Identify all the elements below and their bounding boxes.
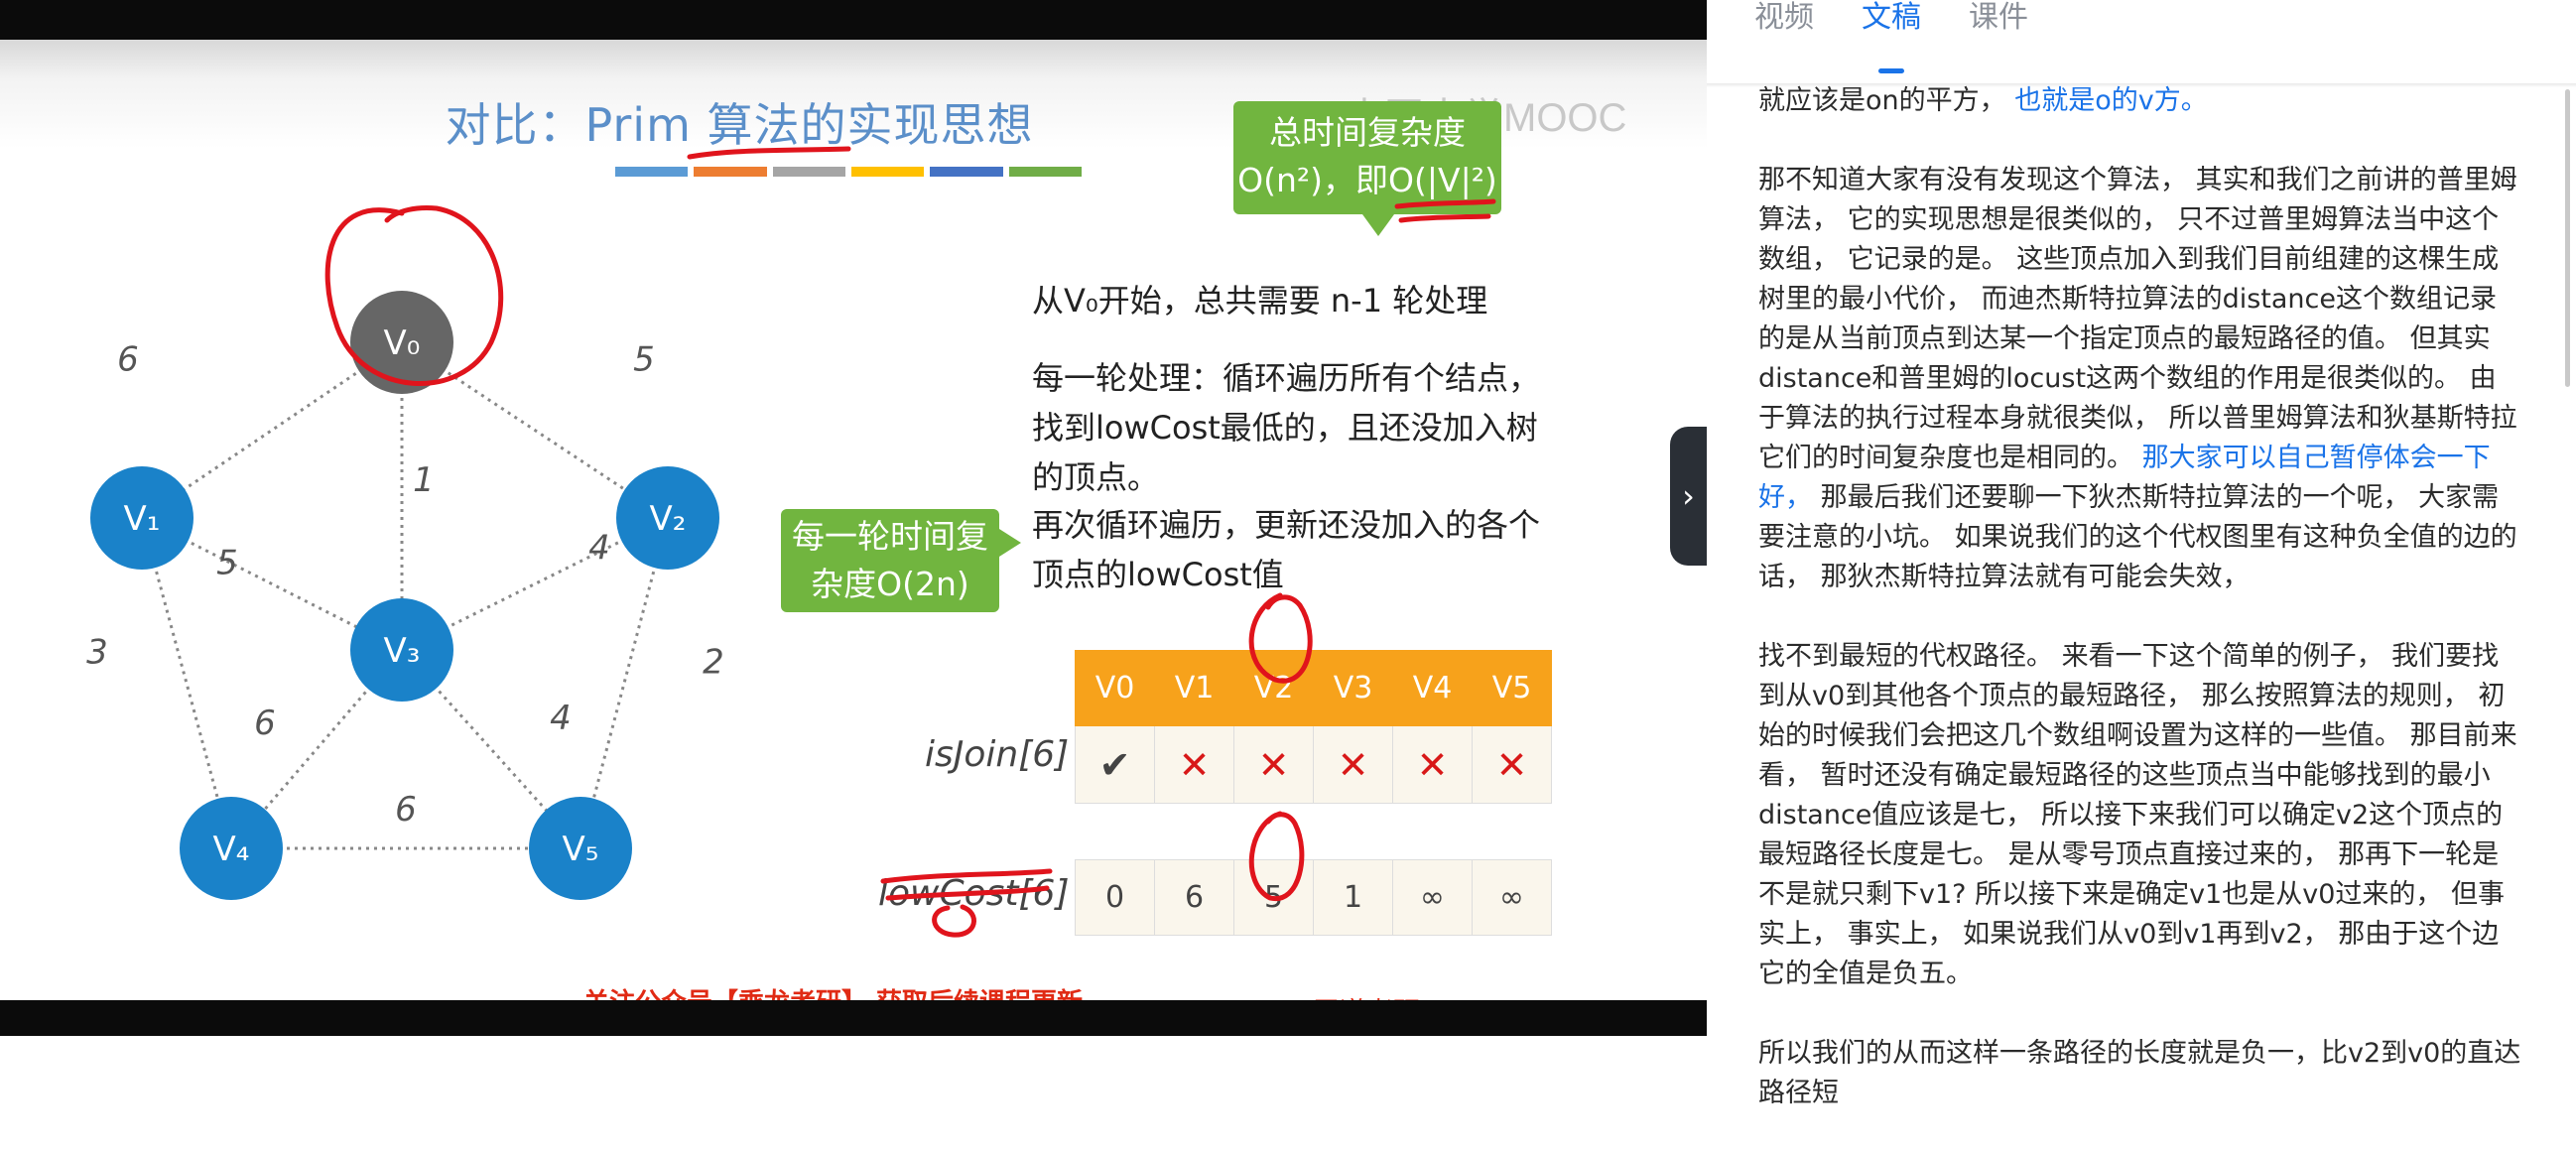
stripe <box>930 167 1003 177</box>
lowcost-cell: 1 <box>1313 859 1393 936</box>
table-header-cell: V5 <box>1472 650 1552 726</box>
lowcost-cell: ∞ <box>1392 859 1473 936</box>
callout-line: 总时间复杂度 <box>1269 113 1466 152</box>
table-header-cell: V4 <box>1392 650 1473 726</box>
table-header-cell: V2 <box>1233 650 1314 726</box>
stripe <box>772 167 845 177</box>
graph-node-label: V₁ <box>124 499 161 539</box>
stripe <box>1008 167 1082 177</box>
isjoin-cell: ✕ <box>1313 725 1393 804</box>
transcript-panel: 视频 文稿 课件 就应该是on的平方， 也就是o的v方。 那不知道大家有没有发现… <box>1707 0 2576 1108</box>
edge-weight-label: 6 <box>254 704 276 743</box>
callout-line: 杂度O(2n) <box>811 565 969 603</box>
round-text: 每一轮处理：循环遍历所有个结点，找到lowCost最低的，且还没加入树的顶点。 <box>1032 359 1541 496</box>
edge-weight-label: 3 <box>86 633 108 673</box>
edge-weight-label: 5 <box>216 544 238 583</box>
lowcost-cell: 6 <box>1154 859 1234 936</box>
callout-line: 每一轮时间复 <box>792 517 988 556</box>
scrollbar[interactable] <box>2565 89 2570 387</box>
total-complexity-callout: 总时间复杂度 O(n²)，即O(|V|²) <box>1233 101 1501 236</box>
stripe <box>850 167 925 177</box>
isjoin-cell: ✕ <box>1154 725 1234 804</box>
callout-line: O(n²)，即O(|V|²) <box>1237 161 1497 199</box>
lowcost-table: 0 6 5 1 ∞ ∞ <box>1075 859 1552 936</box>
tab-courseware[interactable]: 课件 <box>1969 0 2028 60</box>
start-text: 从V₀开始，总共需要 n-1 轮处理 <box>1032 282 1488 320</box>
isjoin-table: V0 V1 V2 V3 V4 V5 ✔ ✕ ✕ ✕ ✕ ✕ <box>1075 650 1552 804</box>
graph-node-label: V₀ <box>384 323 421 363</box>
video-player[interactable]: 对比：Prim 算法的实现思想 中国大学MOOC 6515432646V₀V₁V… <box>0 0 1707 1036</box>
tab-transcript[interactable]: 文稿 <box>1862 0 1921 60</box>
isjoin-cell: ✕ <box>1392 725 1473 804</box>
isjoin-cell: ✕ <box>1472 725 1552 804</box>
lowcost-cell: ∞ <box>1472 859 1552 936</box>
prim-graph: 6 5 1 5 4 3 2 6 4 6 V₀ V₁ V₂ V₃ V₄ V₅ <box>86 291 724 900</box>
stripe <box>694 167 767 177</box>
tab-video[interactable]: 视频 <box>1754 0 1814 60</box>
stripe <box>615 167 689 177</box>
edge-weight-label: 6 <box>117 340 139 380</box>
table-header-cell: V3 <box>1313 650 1393 726</box>
edge-weight-label: 4 <box>550 699 572 738</box>
transcript-text[interactable]: 就应该是on的平方， 也就是o的v方。 那不知道大家有没有发现这个算法， 其实和… <box>1758 81 2522 1153</box>
title-color-stripes <box>615 167 1082 177</box>
edge-weight-label: 6 <box>395 790 417 830</box>
graph-node-label: V₂ <box>650 499 687 539</box>
isjoin-cell: ✔ <box>1075 725 1155 804</box>
video-top-bar <box>0 0 1707 40</box>
panel-tabs: 视频 文稿 课件 <box>1707 0 2028 60</box>
graph-node-label: V₄ <box>213 830 250 869</box>
update-text: 再次循环遍历，更新还没加入的各个顶点的lowCost值 <box>1032 506 1541 593</box>
video-bottom-bar <box>0 1000 1707 1036</box>
graph-node-label: V₅ <box>563 830 599 869</box>
transcript-paragraph: 找不到最短的代权路径。 来看一下这个简单的例子， 我们要找到从v0到其他各个顶点… <box>1758 641 2517 989</box>
edge-weight-label: 2 <box>703 643 724 683</box>
edge-weight-label: 4 <box>588 529 610 569</box>
lowcost-label: lowCost[6] <box>878 873 1070 914</box>
transcript-paragraph: 就应该是on的平方， 也就是o的v方。 <box>1758 81 2522 121</box>
transcript-paragraph: 所以我们的从而这样一条路径的长度就是负一，比v2到v0的直达路径短 <box>1758 1038 2521 1108</box>
transcript-paragraph: 那不知道大家有没有发现这个算法， 其实和我们之前讲的普里姆算法， 它的实现思想是… <box>1758 161 2522 597</box>
transcript-sentence: 那最后我们还要聊一下狄杰斯特拉算法的一个呢， 大家需要注意的小坑。 如果说我们的… <box>1758 482 2517 592</box>
transcript-sentence: 那不知道大家有没有发现这个算法， 其实和我们之前讲的普里姆算法， 它的实现思想是… <box>1758 165 2517 473</box>
chevron-right-icon: › <box>1682 477 1695 515</box>
table-header-cell: V0 <box>1075 650 1155 726</box>
highlighted-sentence[interactable]: 也就是o的v方。 <box>2014 85 2208 116</box>
round-complexity-callout: 每一轮时间复 杂度O(2n) <box>781 509 1021 612</box>
lowcost-cell: 5 <box>1233 859 1314 936</box>
isjoin-cell: ✕ <box>1233 725 1314 804</box>
table-header-cell: V1 <box>1154 650 1234 726</box>
edge-weight-label: 5 <box>633 340 655 380</box>
edge-weight-label: 1 <box>413 460 435 500</box>
transcript-sentence: 就应该是on的平方， <box>1758 85 2006 116</box>
lowcost-cell: 0 <box>1075 859 1155 936</box>
isjoin-label: isJoin[6] <box>925 734 1070 775</box>
lecture-slide: 对比：Prim 算法的实现思想 中国大学MOOC 6515432646V₀V₁V… <box>0 40 1707 1028</box>
collapse-panel-button[interactable]: › <box>1670 427 1707 566</box>
graph-node-label: V₃ <box>384 631 421 671</box>
